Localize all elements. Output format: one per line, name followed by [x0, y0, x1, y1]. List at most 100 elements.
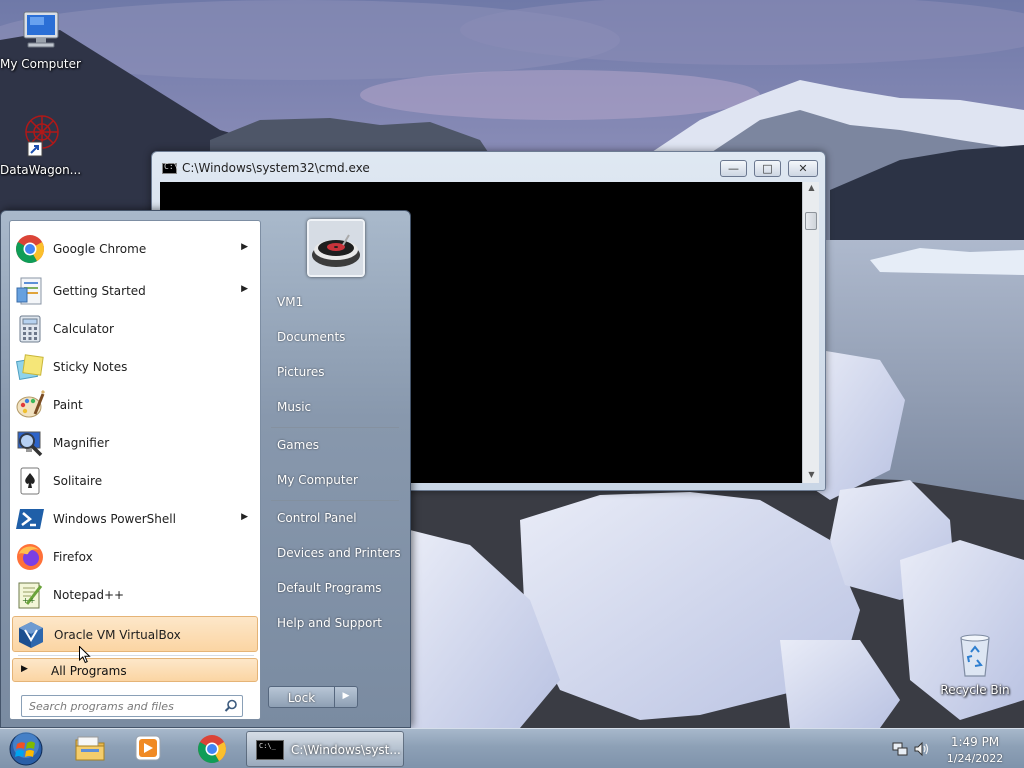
scroll-up-icon[interactable]: ▲ — [803, 183, 820, 192]
place-label: VM1 — [277, 295, 304, 309]
sticky-notes-icon — [15, 352, 45, 382]
taskbar: C:\_ C:\Windows\syst... 1:49 PM 1/24/202… — [0, 728, 1024, 768]
program-item-google-chrome[interactable]: Google Chrome ▶ — [12, 231, 258, 267]
program-label: Calculator — [53, 322, 114, 336]
program-item-notepadpp[interactable]: ++ Notepad++ — [12, 577, 258, 613]
task-label: C:\Windows\syst... — [291, 743, 401, 757]
place-item-help-and-support[interactable]: Help and Support — [268, 609, 402, 637]
program-label: Paint — [53, 398, 83, 412]
cmd-scrollbar[interactable]: ▲ ▼ — [802, 182, 819, 483]
place-item-games[interactable]: Games — [268, 431, 402, 459]
program-label: Sticky Notes — [53, 360, 128, 374]
place-label: My Computer — [277, 473, 358, 487]
program-item-magnifier[interactable]: Magnifier — [12, 425, 258, 461]
chevron-right-icon: ▶ — [342, 691, 350, 701]
search-input[interactable] — [22, 696, 218, 716]
network-icon[interactable] — [892, 741, 908, 760]
place-item-documents[interactable]: Documents — [268, 323, 402, 351]
program-label: Windows PowerShell — [53, 512, 176, 526]
system-tray: 1:49 PM 1/24/2022 — [886, 735, 1016, 765]
notepadpp-icon: ++ — [15, 580, 45, 610]
cmd-window-title: C:\Windows\system32\cmd.exe — [182, 161, 370, 175]
scroll-down-icon[interactable]: ▼ — [803, 470, 820, 479]
user-account-picture[interactable] — [307, 219, 365, 277]
place-item-control-panel[interactable]: Control Panel — [268, 504, 402, 532]
taskbar-pin-file-explorer[interactable] — [62, 732, 118, 766]
mouse-cursor-icon — [79, 645, 91, 664]
place-label: Help and Support — [277, 616, 382, 630]
clock-time[interactable]: 1:49 PM — [940, 735, 1010, 749]
place-label: Documents — [277, 330, 346, 344]
cmd-icon: C:\_ — [256, 740, 284, 760]
program-item-firefox[interactable]: Firefox — [12, 539, 258, 575]
place-item-vm1[interactable]: VM1 — [268, 288, 402, 316]
place-label: Games — [277, 438, 319, 452]
program-item-oracle-vm-virtualbox[interactable]: Oracle VM VirtualBox — [12, 616, 258, 652]
taskbar-task-cmd[interactable]: C:\_ C:\Windows\syst... — [246, 731, 404, 767]
program-item-solitaire[interactable]: Solitaire — [12, 463, 258, 499]
taskbar-pin-chrome[interactable] — [184, 732, 240, 766]
start-search-box[interactable] — [21, 695, 243, 717]
program-item-calculator[interactable]: Calculator — [12, 311, 258, 347]
program-item-getting-started[interactable]: Getting Started ▶ — [12, 273, 258, 309]
program-label: Notepad++ — [53, 588, 125, 602]
desktop-icon-datawagon[interactable]: DataWagon... — [0, 112, 82, 177]
virtualbox-icon — [16, 620, 46, 650]
cmd-icon: C:\_ — [162, 162, 183, 174]
program-item-sticky-notes[interactable]: Sticky Notes — [12, 349, 258, 385]
getting-started-icon — [15, 276, 45, 306]
desktop-icon-label: Recycle Bin — [940, 683, 1010, 697]
program-label: Google Chrome — [53, 242, 147, 256]
place-item-pictures[interactable]: Pictures — [268, 358, 402, 386]
media-player-icon — [135, 735, 161, 761]
submenu-arrow-icon: ▶ — [241, 242, 248, 252]
desktop-icon-label: My Computer — [0, 57, 81, 71]
desktop-icon-my-computer[interactable]: My Computer — [0, 10, 81, 71]
lock-button[interactable]: Lock — [268, 686, 335, 708]
place-label: Devices and Printers — [277, 546, 401, 560]
firefox-icon — [15, 542, 45, 572]
place-item-my-computer[interactable]: My Computer — [268, 466, 402, 494]
power-options-button[interactable]: ▶ — [335, 686, 358, 708]
chrome-icon — [15, 234, 45, 264]
magnifier-icon — [15, 428, 45, 458]
programs-separator — [18, 655, 254, 656]
scroll-thumb[interactable] — [805, 212, 817, 230]
submenu-arrow-icon: ▶ — [241, 512, 248, 522]
place-item-default-programs[interactable]: Default Programs — [268, 574, 402, 602]
all-programs-label: All Programs — [51, 664, 127, 678]
taskbar-pin-media-player[interactable] — [120, 732, 176, 766]
place-item-music[interactable]: Music — [268, 393, 402, 421]
close-button[interactable]: ✕ — [788, 160, 818, 177]
places-separator — [271, 427, 399, 428]
maximize-button[interactable]: □ — [754, 160, 781, 177]
submenu-arrow-icon: ▶ — [241, 284, 248, 294]
search-icon[interactable] — [224, 699, 238, 713]
minimize-button[interactable]: — — [720, 160, 747, 177]
place-label: Default Programs — [277, 581, 382, 595]
lock-label: Lock — [287, 691, 316, 705]
start-button[interactable] — [6, 731, 46, 767]
minimize-icon: — — [728, 162, 739, 175]
paint-icon — [15, 389, 46, 420]
place-item-devices-and-printers[interactable]: Devices and Printers — [268, 539, 402, 567]
program-item-windows-powershell[interactable]: Windows PowerShell ▶ — [12, 501, 258, 537]
volume-icon[interactable] — [914, 741, 930, 760]
program-label: Oracle VM VirtualBox — [54, 628, 181, 642]
desktop-icon-recycle-bin[interactable]: Recycle Bin — [935, 632, 1015, 697]
places-separator — [271, 500, 399, 501]
recycle-bin-icon — [935, 632, 1015, 681]
close-icon: ✕ — [798, 162, 808, 175]
solitaire-icon — [15, 466, 45, 496]
program-label: Getting Started — [53, 284, 146, 298]
all-programs-arrow-icon: ▶ — [21, 664, 28, 674]
powershell-icon — [15, 504, 45, 534]
svg-text:++: ++ — [22, 596, 35, 605]
all-programs-button[interactable]: ▶ All Programs — [12, 658, 258, 682]
cmd-titlebar[interactable]: C:\_ C:\Windows\system32\cmd.exe — □ ✕ — [152, 152, 825, 182]
chrome-icon — [198, 735, 226, 763]
desktop-icon-label: DataWagon... — [0, 163, 82, 177]
maximize-icon: □ — [762, 162, 773, 175]
clock-date[interactable]: 1/24/2022 — [940, 752, 1010, 765]
program-item-paint[interactable]: Paint — [12, 387, 258, 423]
